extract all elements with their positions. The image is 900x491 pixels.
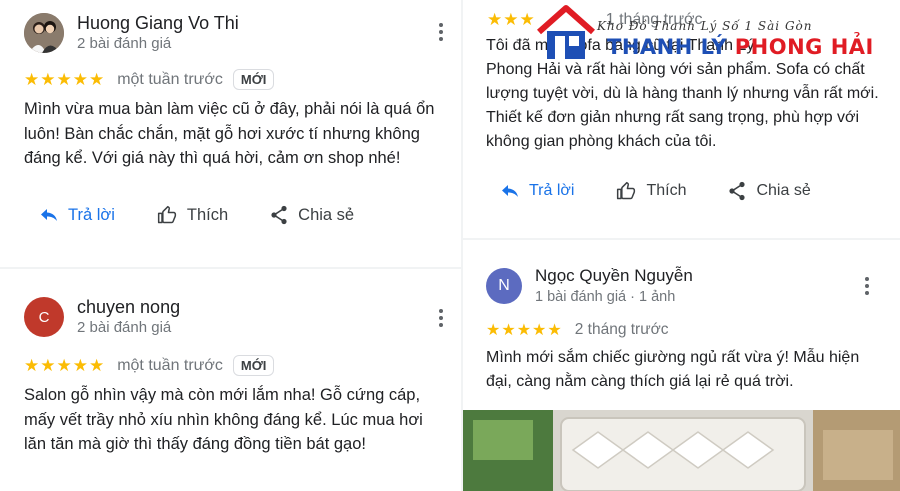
reviewer-meta: 2 bài đánh giá xyxy=(77,319,172,336)
reviewer-name[interactable]: Huong Giang Vo Thi xyxy=(77,12,239,34)
share-button[interactable]: Chia sẻ xyxy=(270,205,354,225)
share-button[interactable]: Chia sẻ xyxy=(728,181,811,201)
review-text: Mình mới sắm chiếc giường ngủ rất vừa ý!… xyxy=(486,346,859,394)
star-rating: ★★★★★ xyxy=(24,355,106,375)
thumbs-up-icon xyxy=(157,205,176,224)
logo-slogan: Kho Đồ Thanh Lý Số 1 Sài Gòn xyxy=(597,19,813,33)
review-rating: ★★★★★ 2 tháng trước xyxy=(486,320,669,340)
avatar[interactable] xyxy=(24,13,64,53)
share-label: Chia sẻ xyxy=(756,182,811,199)
review-text-line: Mình vừa mua bàn làm việc cũ ở đây, phải… xyxy=(24,100,435,118)
review-header: Huong Giang Vo Thi 2 bài đánh giá xyxy=(24,12,239,54)
reply-label: Trả lời xyxy=(529,182,575,199)
review-time: một tuần trước xyxy=(117,70,223,88)
share-icon xyxy=(729,181,746,201)
review-header: N Ngọc Quyền Nguyễn 1 bài đánh giá · 1 ả… xyxy=(486,265,693,307)
new-badge: MỚI xyxy=(232,355,275,376)
review-text: Mình vừa mua bàn làm việc cũ ở đây, phải… xyxy=(24,97,434,171)
reply-icon xyxy=(41,209,57,221)
share-icon xyxy=(271,205,287,225)
review-text-line: Thiết kế đơn giản nhưng rất sang trọng, … xyxy=(486,109,860,126)
more-options-icon[interactable] xyxy=(857,276,877,296)
review-text: Salon gỗ nhìn vậy mà còn mới lắm nha! Gỗ… xyxy=(24,383,423,457)
review-text-line: không gian phòng khách của tôi. xyxy=(486,133,717,150)
review-rating: ★★★★★ một tuần trước MỚI xyxy=(24,69,275,90)
like-button[interactable]: Thích xyxy=(157,205,228,225)
review-text-line: lăn tăn mà giờ thì thấy đáng đồng tiền b… xyxy=(24,435,366,453)
reviews-column-left: Huong Giang Vo Thi 2 bài đánh giá ★★★★★ … xyxy=(0,0,461,491)
review-actions: Trả lời Thích Chia sẻ xyxy=(501,181,853,201)
reviews-column-right: ★★★ 1 tháng trước Tôi đã mua sofa băng c… xyxy=(463,0,900,491)
like-label: Thích xyxy=(646,182,687,199)
reply-icon xyxy=(502,185,518,197)
review-text-line: đáng kể. Với giá này thì quá hời, cảm ơn… xyxy=(24,149,401,167)
share-label: Chia sẻ xyxy=(298,205,355,224)
avatar-letter: N xyxy=(498,277,510,294)
review-rating: ★★★★★ một tuần trước MỚI xyxy=(24,355,275,376)
review-actions: Trả lời Thích Chia sẻ xyxy=(40,205,396,225)
review-text-line: lượng tuyệt vời, dù là hàng thanh lý như… xyxy=(486,85,879,102)
review-photo[interactable] xyxy=(463,410,900,491)
reply-button[interactable]: Trả lời xyxy=(40,206,115,225)
review-text-line: Salon gỗ nhìn vậy mà còn mới lắm nha! Gỗ… xyxy=(24,386,421,404)
logo-title-red: PHONG HẢI xyxy=(734,35,874,59)
divider xyxy=(0,267,461,269)
logo-title-blue: THANH LÝ xyxy=(607,35,727,59)
new-badge: MỚI xyxy=(232,69,275,90)
reviewer-name[interactable]: chuyen nong xyxy=(77,296,180,318)
avatar[interactable]: N xyxy=(486,268,522,304)
review-text-line: mấy vết trầy nhỏ xíu nhìn không đáng kể.… xyxy=(24,410,423,429)
reviewer-meta: 1 bài đánh giá · 1 ảnh xyxy=(535,289,676,305)
star-rating: ★★★ xyxy=(487,10,536,29)
reply-label: Trả lời xyxy=(68,205,115,224)
review-time: một tuần trước xyxy=(117,356,223,374)
more-options-icon[interactable] xyxy=(431,22,451,42)
thumbs-up-icon xyxy=(617,181,636,200)
review-time: 2 tháng trước xyxy=(574,321,669,338)
review-text-line: đại, càng nằm càng thích giá lại rẻ quá … xyxy=(486,373,794,390)
like-button[interactable]: Thích xyxy=(616,181,686,201)
review-text-line: Mình mới sắm chiếc giường ngủ rất vừa ý!… xyxy=(486,349,860,366)
avatar-letter: C xyxy=(38,308,50,326)
divider xyxy=(463,238,900,240)
reply-button[interactable]: Trả lời xyxy=(501,182,574,200)
star-rating: ★★★★★ xyxy=(486,322,563,339)
house-logo-icon xyxy=(537,5,595,59)
star-rating: ★★★★★ xyxy=(24,69,106,89)
more-options-icon[interactable] xyxy=(431,308,451,328)
avatar[interactable]: C xyxy=(24,297,64,337)
logo-title: THANH LÝ PHONG HẢI xyxy=(607,35,874,59)
review-text-line: luôn! Bàn chắc chắn, mặt gỗ hơi xước tí … xyxy=(24,124,420,143)
brand-logo: Kho Đồ Thanh Lý Số 1 Sài Gòn THANH LÝ PH… xyxy=(535,2,895,64)
review-header: C chuyen nong 2 bài đánh giá xyxy=(24,296,180,338)
reviewer-name[interactable]: Ngọc Quyền Nguyễn xyxy=(535,265,693,287)
reviewer-meta: 2 bài đánh giá xyxy=(77,35,172,52)
like-label: Thích xyxy=(186,205,229,224)
